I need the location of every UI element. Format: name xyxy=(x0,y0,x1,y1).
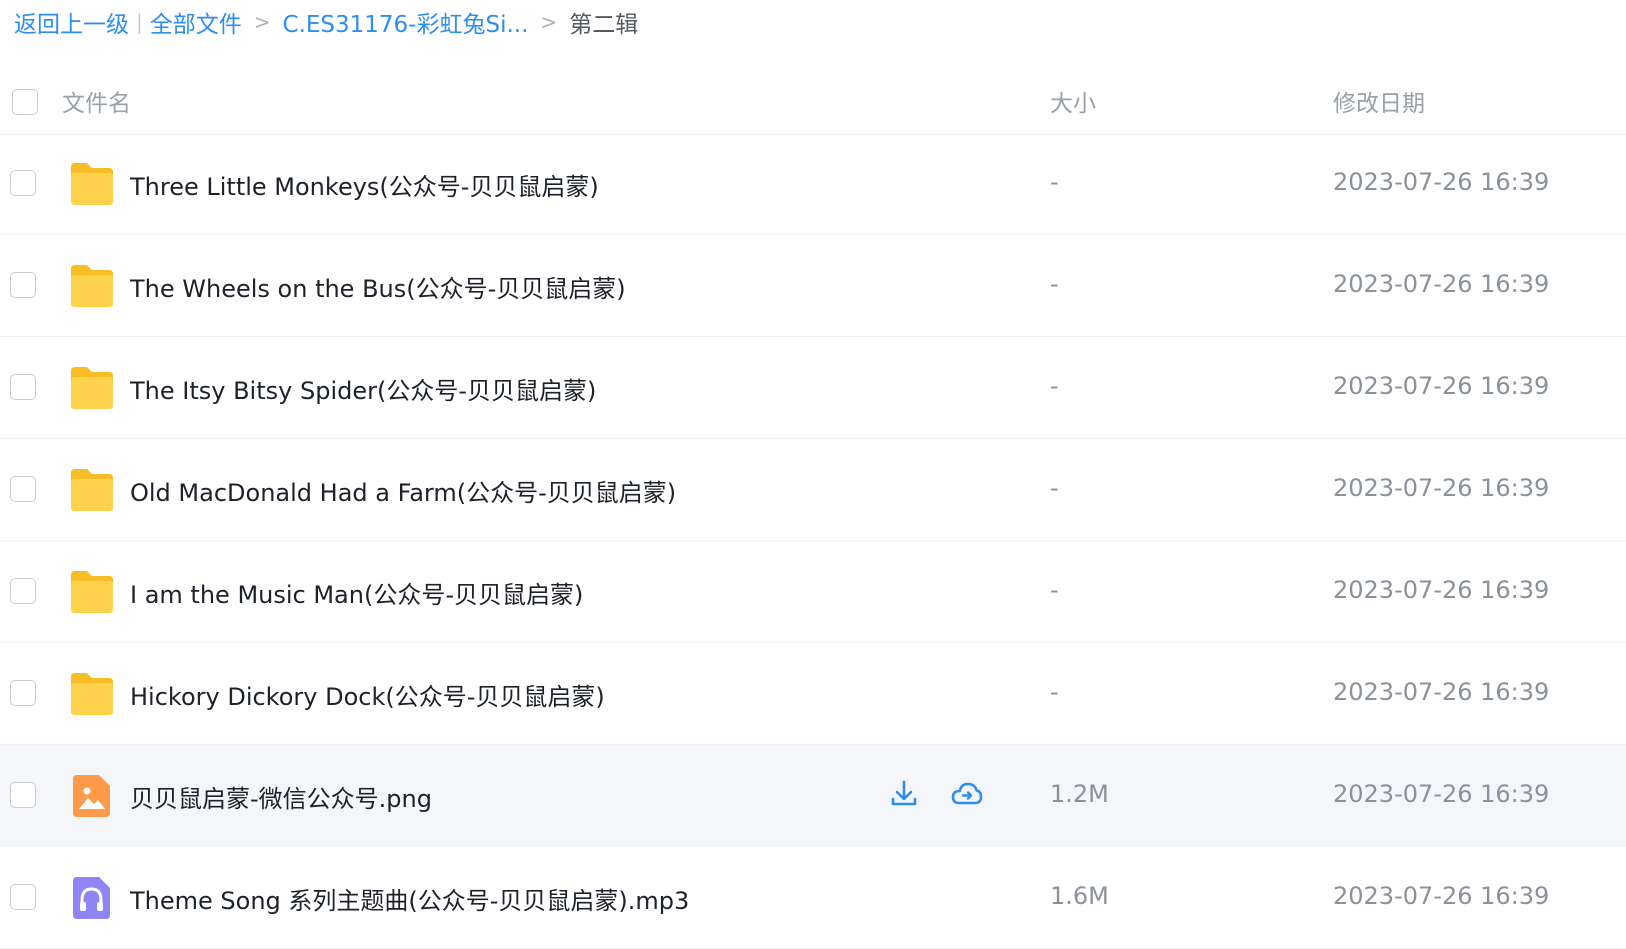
file-modified-date: 2023-07-26 16:39 xyxy=(1333,270,1550,298)
file-name[interactable]: The Wheels on the Bus(公众号-贝贝鼠启蒙) xyxy=(130,269,626,304)
breadcrumb-parent-folder-link[interactable]: C.ES31176-彩虹兔Si... xyxy=(283,5,529,39)
file-size: - xyxy=(1050,678,1059,706)
file-modified-date: 2023-07-26 16:39 xyxy=(1333,168,1550,196)
file-modified-date: 2023-07-26 16:39 xyxy=(1333,780,1550,808)
breadcrumb-divider: | xyxy=(136,10,143,34)
file-size: - xyxy=(1050,168,1059,196)
file-size: 1.2M xyxy=(1050,780,1109,808)
file-name[interactable]: Old MacDonald Had a Farm(公众号-贝贝鼠启蒙) xyxy=(130,473,676,508)
download-icon[interactable] xyxy=(887,777,921,811)
file-name[interactable]: Theme Song 系列主题曲(公众号-贝贝鼠启蒙).mp3 xyxy=(130,881,689,916)
file-row[interactable]: Theme Song 系列主题曲(公众号-贝贝鼠启蒙).mp3 1.6M 2023-… xyxy=(0,847,1626,949)
row-checkbox[interactable] xyxy=(10,578,36,604)
file-size: - xyxy=(1050,372,1059,400)
file-size: - xyxy=(1050,474,1059,502)
row-checkbox[interactable] xyxy=(10,476,36,502)
row-checkbox[interactable] xyxy=(10,884,36,910)
file-modified-date: 2023-07-26 16:39 xyxy=(1333,678,1550,706)
file-modified-date: 2023-07-26 16:39 xyxy=(1333,882,1550,910)
column-header-name[interactable]: 文件名 xyxy=(62,84,131,118)
folder-icon xyxy=(68,467,116,513)
audio-file-icon xyxy=(68,875,116,921)
file-row[interactable]: The Itsy Bitsy Spider(公众号-贝贝鼠启蒙) - 2023-07… xyxy=(0,337,1626,439)
row-checkbox[interactable] xyxy=(10,680,36,706)
breadcrumb-all-files-link[interactable]: 全部文件 xyxy=(150,5,242,39)
folder-icon xyxy=(68,161,116,207)
file-row[interactable]: The Wheels on the Bus(公众号-贝贝鼠启蒙) - 2023-07… xyxy=(0,235,1626,337)
file-name[interactable]: Three Little Monkeys(公众号-贝贝鼠启蒙) xyxy=(130,167,599,202)
column-header-size[interactable]: 大小 xyxy=(1050,84,1096,118)
folder-icon xyxy=(68,263,116,309)
file-name[interactable]: Hickory Dickory Dock(公众号-贝贝鼠启蒙) xyxy=(130,677,605,712)
breadcrumb-current-folder: 第二辑 xyxy=(569,12,639,38)
row-checkbox[interactable] xyxy=(10,374,36,400)
file-modified-date: 2023-07-26 16:39 xyxy=(1333,372,1550,400)
row-checkbox[interactable] xyxy=(10,170,36,196)
select-all-checkbox[interactable] xyxy=(12,89,38,115)
file-name[interactable]: 贝贝鼠启蒙-微信公众号.png xyxy=(130,779,432,814)
file-name[interactable]: The Itsy Bitsy Spider(公众号-贝贝鼠启蒙) xyxy=(130,371,596,406)
file-modified-date: 2023-07-26 16:39 xyxy=(1333,576,1550,604)
folder-icon xyxy=(68,671,116,717)
file-name[interactable]: I am the Music Man(公众号-贝贝鼠启蒙) xyxy=(130,575,583,610)
image-file-icon xyxy=(68,773,116,819)
file-size: 1.6M xyxy=(1050,882,1109,910)
breadcrumb-separator: > xyxy=(540,10,558,34)
file-row[interactable]: Old MacDonald Had a Farm(公众号-贝贝鼠启蒙) - 2023… xyxy=(0,439,1626,541)
column-header-date[interactable]: 修改日期 xyxy=(1333,84,1425,118)
folder-icon xyxy=(68,365,116,411)
file-size: - xyxy=(1050,576,1059,604)
row-checkbox[interactable] xyxy=(10,782,36,808)
breadcrumb-separator: > xyxy=(253,10,271,34)
file-modified-date: 2023-07-26 16:39 xyxy=(1333,474,1550,502)
breadcrumb: 返回上一级 | 全部文件 > C.ES31176-彩虹兔Si... > 第二辑 xyxy=(14,4,638,40)
save-to-cloud-icon[interactable] xyxy=(950,777,984,811)
folder-icon xyxy=(68,569,116,615)
breadcrumb-back-link[interactable]: 返回上一级 xyxy=(14,5,129,39)
table-header: 文件名 大小 修改日期 xyxy=(0,64,1626,135)
file-row[interactable]: Hickory Dickory Dock(公众号-贝贝鼠启蒙) - 2023-07-… xyxy=(0,643,1626,745)
file-row[interactable]: I am the Music Man(公众号-贝贝鼠启蒙) - 2023-07-26… xyxy=(0,541,1626,643)
file-row[interactable]: 贝贝鼠启蒙-微信公众号.png 1.2M 2023-07-26 16:39 xyxy=(0,745,1626,847)
row-checkbox[interactable] xyxy=(10,272,36,298)
file-size: - xyxy=(1050,270,1059,298)
file-row[interactable]: Three Little Monkeys(公众号-贝贝鼠启蒙) - 2023-07-… xyxy=(0,133,1626,235)
